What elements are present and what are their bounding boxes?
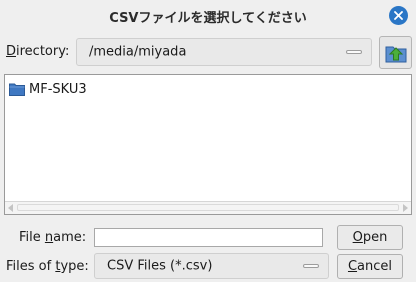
file-chooser-dialog: CSVファイルを選択してください Directory: /media/miyad… [0, 0, 416, 282]
file-name-label: File name: [19, 230, 87, 245]
directory-combo[interactable]: /media/miyada [76, 38, 372, 66]
list-item-label: MF-SKU3 [29, 81, 87, 97]
directory-path: /media/miyada [89, 44, 187, 60]
file-name-input[interactable] [94, 228, 323, 247]
file-list[interactable]: MF-SKU3 [4, 74, 412, 215]
folder-icon [9, 83, 25, 96]
scroll-thumb[interactable] [17, 204, 399, 211]
title-bar: CSVファイルを選択してください [0, 0, 416, 31]
window-title: CSVファイルを選択してください [109, 11, 307, 26]
up-folder-button[interactable] [379, 36, 412, 69]
file-type-select[interactable]: CSV Files (*.csv) [94, 253, 329, 279]
file-type-label: Files of type: [6, 259, 89, 274]
folder-up-icon [385, 46, 406, 62]
horizontal-scrollbar[interactable] [5, 201, 411, 214]
combo-handle-icon [303, 264, 319, 268]
cancel-button[interactable]: Cancel [337, 254, 403, 279]
close-button[interactable] [389, 6, 408, 25]
combo-handle-icon [346, 50, 362, 54]
list-item[interactable]: MF-SKU3 [9, 80, 87, 98]
file-type-value: CSV Files (*.csv) [107, 258, 213, 274]
close-icon [394, 11, 403, 20]
open-button[interactable]: Open [337, 225, 403, 250]
scroll-right-icon[interactable] [403, 204, 408, 212]
directory-label: Directory: [6, 44, 70, 59]
scroll-left-icon[interactable] [8, 204, 13, 212]
